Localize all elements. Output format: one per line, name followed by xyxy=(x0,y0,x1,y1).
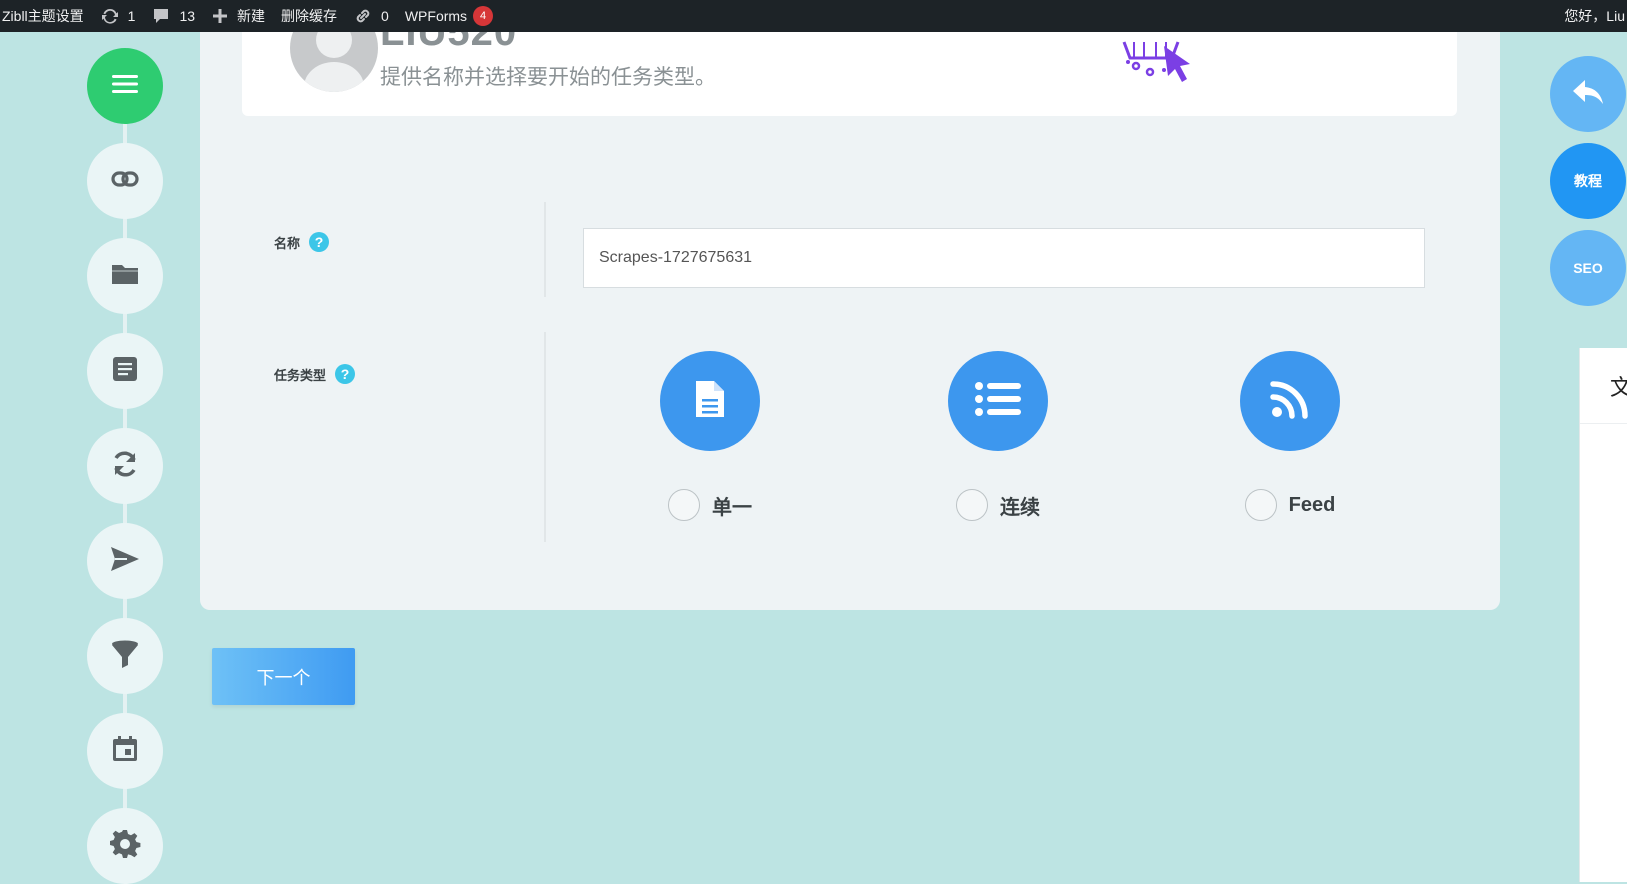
filter-icon xyxy=(110,638,140,675)
folder-icon xyxy=(110,259,140,294)
comment-icon xyxy=(151,6,171,26)
link-icon xyxy=(353,6,373,26)
gear-icon xyxy=(109,828,141,865)
admin-bar-site-name[interactable]: Zibll主题设置 xyxy=(0,0,92,32)
type-continuous-label: 连续 xyxy=(1000,496,1040,519)
admin-bar-account[interactable]: 您好，Liu xyxy=(1564,0,1627,32)
admin-bar-wpforms[interactable]: WPForms 4 xyxy=(397,0,501,32)
calendar-icon xyxy=(110,734,140,769)
row-divider xyxy=(544,202,546,297)
list-icon xyxy=(974,379,1022,424)
type-option-single[interactable]: 单一 xyxy=(630,351,790,521)
task-name-input[interactable] xyxy=(583,228,1425,288)
back-button[interactable] xyxy=(1550,56,1626,132)
side-panel: 文 xyxy=(1579,348,1627,882)
header-subtitle: 提供名称并选择要开始的任务类型。 xyxy=(380,66,716,89)
type-feed-label: Feed xyxy=(1288,493,1336,516)
step-menu[interactable] xyxy=(87,48,163,124)
step-sync[interactable] xyxy=(87,428,163,504)
type-label-group: 任务类型 ? xyxy=(274,364,356,384)
step-calendar[interactable] xyxy=(87,713,163,789)
name-help-icon[interactable]: ? xyxy=(309,232,330,252)
wpforms-badge: 4 xyxy=(473,6,494,26)
task-type-label: 任务类型 xyxy=(274,367,327,383)
type-continuous-circle[interactable] xyxy=(948,351,1048,451)
header-panel: LIU520 提供名称并选择要开始的任务类型。 xyxy=(242,32,1457,116)
document-icon xyxy=(694,379,726,424)
rss-icon xyxy=(1270,379,1310,424)
type-single-circle[interactable] xyxy=(660,351,760,451)
document-icon xyxy=(110,354,140,389)
step-filter[interactable] xyxy=(87,618,163,694)
menu-icon xyxy=(109,68,141,105)
task-card: LIU520 提供名称并选择要开始的任务类型。 名称 ? 任务类型 ? xyxy=(200,32,1500,610)
reply-icon xyxy=(1571,78,1605,111)
side-panel-title: 文 xyxy=(1580,348,1627,424)
tutorial-button[interactable]: 教程 xyxy=(1550,143,1626,219)
type-option-feed[interactable]: Feed xyxy=(1210,351,1370,521)
admin-bar-links[interactable]: 0 xyxy=(345,0,397,32)
step-folder[interactable] xyxy=(87,238,163,314)
type-help-icon[interactable]: ? xyxy=(335,364,356,384)
admin-bar-clear-cache[interactable]: 删除缓存 xyxy=(273,0,345,32)
step-document[interactable] xyxy=(87,333,163,409)
name-label: 名称 xyxy=(274,235,301,251)
type-single-radio[interactable] xyxy=(668,489,700,521)
step-link[interactable] xyxy=(87,143,163,219)
header-title: LIU520 xyxy=(380,32,518,54)
step-settings[interactable] xyxy=(87,808,163,884)
type-feed-radio[interactable] xyxy=(1244,489,1277,521)
name-label-group: 名称 ? xyxy=(274,232,330,252)
admin-bar: Zibll主题设置 1 13 新建 删除缓存 0 WPForms 4 您好，Li… xyxy=(0,0,1627,32)
seo-button[interactable]: SEO xyxy=(1550,230,1626,306)
type-single-label: 单一 xyxy=(712,496,752,519)
avatar xyxy=(290,32,378,92)
type-feed-circle[interactable] xyxy=(1240,351,1340,451)
plus-icon xyxy=(211,7,229,25)
type-continuous-radio[interactable] xyxy=(956,489,988,521)
link-icon xyxy=(110,164,140,199)
admin-bar-comments[interactable]: 13 xyxy=(143,0,203,32)
admin-bar-new[interactable]: 新建 xyxy=(203,0,273,32)
next-button[interactable]: 下一个 xyxy=(212,648,355,705)
step-send[interactable] xyxy=(87,523,163,599)
admin-bar-updates[interactable]: 1 xyxy=(92,0,144,32)
sync-icon xyxy=(110,449,140,484)
click-illustration-icon xyxy=(1112,32,1222,97)
send-icon xyxy=(109,543,141,580)
row-divider xyxy=(544,332,546,542)
type-option-continuous[interactable]: 连续 xyxy=(918,351,1078,521)
refresh-icon xyxy=(100,6,120,26)
